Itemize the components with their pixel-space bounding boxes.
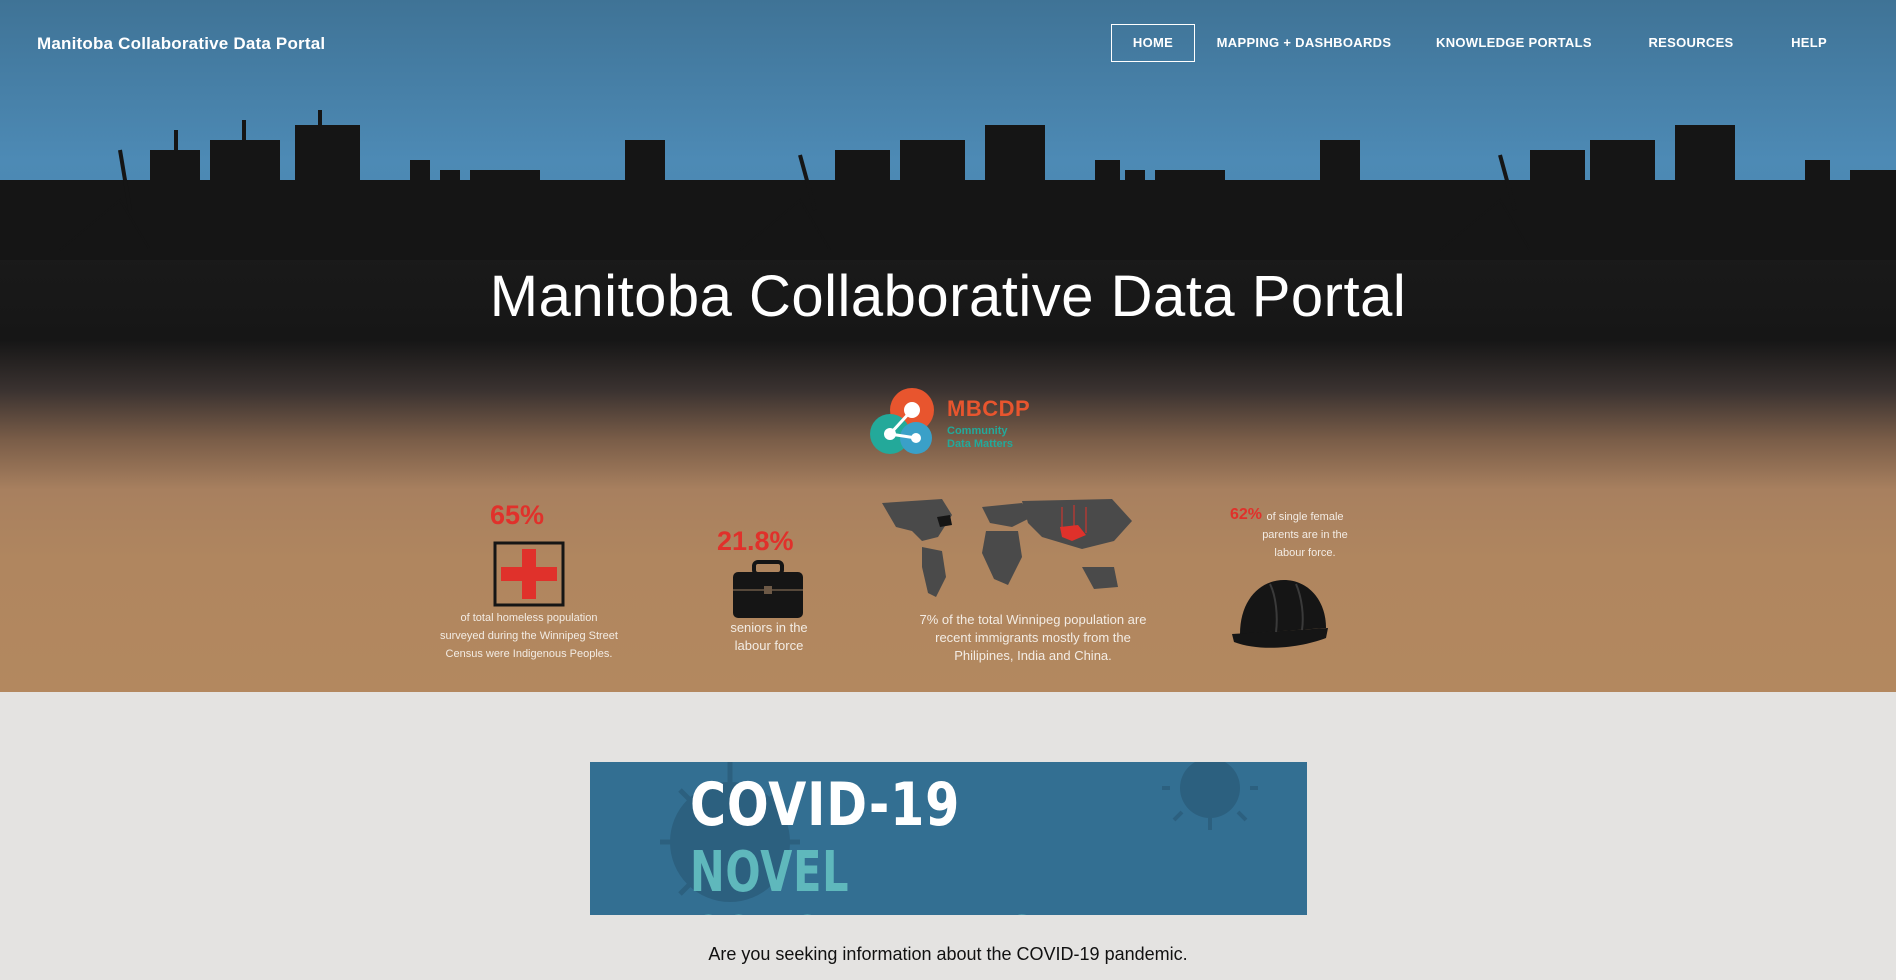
covid-banner-link[interactable]: COVID-19 NOVEL CORONAVIRUS xyxy=(590,762,1307,915)
covid-banner-title: COVID-19 xyxy=(690,770,961,840)
nav-help[interactable]: HELP xyxy=(1784,24,1834,62)
covid-info-question: Are you seeking information about the CO… xyxy=(708,944,1188,964)
hard-hat-icon xyxy=(1232,580,1328,648)
covid-banner-subtitle: NOVEL CORONAVIRUS xyxy=(690,840,1037,915)
world-map-icon xyxy=(882,499,1132,597)
medical-cross-icon xyxy=(493,541,565,607)
logo-wordmark: MBCDP xyxy=(947,396,1031,421)
nav-home[interactable]: HOME xyxy=(1111,24,1195,62)
city-skyline-illustration xyxy=(0,110,1896,260)
logo-tagline: Community Data Matters xyxy=(947,425,1014,450)
nav-knowledge-portals[interactable]: KNOWLEDGE PORTALS xyxy=(1436,24,1592,62)
stat-parents-text: of single female parents are in the labo… xyxy=(1262,511,1348,559)
nav-resources[interactable]: RESOURCES xyxy=(1646,24,1736,62)
top-navigation: Manitoba Collaborative Data Portal HOME … xyxy=(0,0,1896,88)
stat-seniors-text: seniors in the labour force xyxy=(730,620,808,653)
briefcase-icon xyxy=(733,560,803,618)
virus-icon-small xyxy=(1162,762,1258,830)
hero-section: Manitoba Collaborative Data Portal HOME … xyxy=(0,0,1896,692)
stat-homeless-value: 65% xyxy=(490,500,545,530)
nav-mapping-dashboards[interactable]: MAPPING + DASHBOARDS xyxy=(1214,24,1394,62)
stat-seniors-value: 21.8% xyxy=(717,526,794,556)
stat-homeless-text: of total homeless population surveyed du… xyxy=(440,612,618,660)
hero-title: Manitoba Collaborative Data Portal xyxy=(489,264,1407,329)
site-brand-link[interactable]: Manitoba Collaborative Data Portal xyxy=(37,34,325,54)
stat-immigrants-text: 7% of the total Winnipeg population are … xyxy=(919,612,1147,663)
